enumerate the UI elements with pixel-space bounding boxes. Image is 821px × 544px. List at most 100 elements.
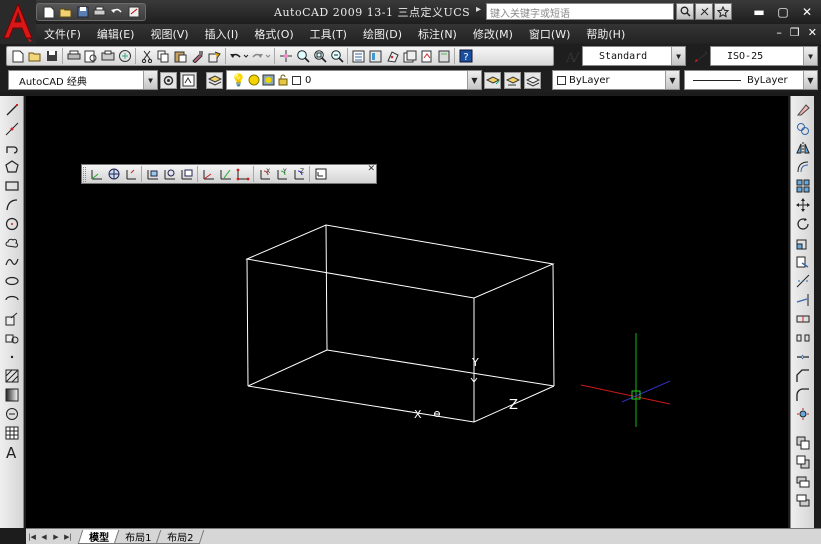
text-style-select[interactable]: Standard ▼	[582, 46, 686, 66]
fillet-icon[interactable]	[794, 386, 811, 403]
revision-cloud-icon[interactable]	[3, 234, 20, 251]
spline-icon[interactable]	[3, 253, 20, 270]
ucs-floating-toolbar[interactable]: X Y Z ✕	[81, 164, 377, 184]
construction-line-icon[interactable]	[3, 120, 20, 137]
help-icon[interactable]: ?	[457, 48, 474, 65]
ucs-y-rotate-icon[interactable]: Y	[273, 166, 290, 183]
menu-tools[interactable]: 工具(T)	[302, 26, 355, 42]
undo-icon[interactable]	[228, 48, 250, 65]
chamfer-icon[interactable]	[794, 367, 811, 384]
next-tab-icon[interactable]: ▶	[50, 531, 62, 543]
close-icon[interactable]: ✕	[367, 164, 375, 174]
color-select[interactable]: ByLayer ▼	[552, 70, 680, 90]
ucs-view-icon[interactable]	[178, 166, 195, 183]
paste-icon[interactable]	[172, 48, 189, 65]
hatch-icon[interactable]	[3, 367, 20, 384]
offset-icon[interactable]	[794, 158, 811, 175]
break-icon[interactable]	[794, 329, 811, 346]
box-wireframe[interactable]	[245, 224, 555, 423]
menu-draw[interactable]: 绘图(D)	[355, 26, 410, 42]
move-icon[interactable]	[794, 196, 811, 213]
pan-realtime-icon[interactable]	[277, 48, 294, 65]
toolbar-grip[interactable]	[83, 167, 86, 182]
layer-viewport-freeze-icon[interactable]	[262, 74, 275, 86]
workspace-save-icon[interactable]	[180, 72, 197, 89]
layer-previous-icon[interactable]	[504, 72, 521, 89]
design-center-icon[interactable]	[367, 48, 384, 65]
menu-window[interactable]: 窗口(W)	[521, 26, 578, 42]
ucs-world-icon[interactable]	[105, 166, 122, 183]
ucs-face-icon[interactable]	[144, 166, 161, 183]
print-icon[interactable]	[92, 5, 107, 19]
help-search-input[interactable]: 键入关键字或短语	[486, 3, 674, 20]
drawing-canvas[interactable]: Y X Z	[26, 96, 788, 528]
menu-help[interactable]: 帮助(H)	[578, 26, 633, 42]
publish-icon[interactable]	[99, 48, 116, 65]
ellipse-icon[interactable]	[3, 272, 20, 289]
3d-dwf-icon[interactable]	[116, 48, 133, 65]
rectangle-icon[interactable]	[3, 177, 20, 194]
quickcalc-icon[interactable]	[435, 48, 452, 65]
layer-select[interactable]: 💡 0 ▼	[226, 70, 482, 90]
open-icon[interactable]	[58, 5, 73, 19]
redo-icon[interactable]	[250, 48, 272, 65]
print-icon[interactable]	[65, 48, 82, 65]
zoom-realtime-icon[interactable]	[294, 48, 311, 65]
layer-properties-icon[interactable]	[206, 72, 223, 89]
print-preview-icon[interactable]	[82, 48, 99, 65]
polygon-icon[interactable]	[3, 158, 20, 175]
ucs-3-point-icon[interactable]	[234, 166, 251, 183]
qnew-icon[interactable]	[9, 48, 26, 65]
chevron-down-icon[interactable]: ▼	[467, 71, 481, 89]
draw-order-back-icon[interactable]	[794, 453, 811, 470]
extend-icon[interactable]	[794, 291, 811, 308]
ucs-icon-button[interactable]	[88, 166, 105, 183]
chevron-down-icon[interactable]: ▼	[803, 47, 817, 65]
region-icon[interactable]	[3, 405, 20, 422]
favorites-star-icon[interactable]	[714, 3, 732, 20]
ucs-x-rotate-icon[interactable]: X	[256, 166, 273, 183]
copy-icon[interactable]	[155, 48, 172, 65]
menu-file[interactable]: 文件(F)	[36, 26, 89, 42]
tool-palettes-icon[interactable]	[384, 48, 401, 65]
markup-set-manager-icon[interactable]	[418, 48, 435, 65]
search-icon[interactable]	[676, 3, 694, 20]
match-properties-icon[interactable]	[189, 48, 206, 65]
chevron-down-icon[interactable]: ▼	[671, 47, 685, 65]
box-front-left-edge[interactable]	[246, 258, 249, 387]
box-back-right-edge[interactable]	[552, 263, 555, 387]
doc-close-icon[interactable]: ✕	[808, 26, 817, 39]
ellipse-arc-icon[interactable]	[3, 291, 20, 308]
insert-block-icon[interactable]	[3, 310, 20, 327]
gradient-icon[interactable]	[3, 386, 20, 403]
sheet-set-manager-icon[interactable]	[401, 48, 418, 65]
workspace-settings-icon[interactable]	[160, 72, 177, 89]
menu-format[interactable]: 格式(O)	[246, 26, 301, 42]
ucs-apply-icon[interactable]	[312, 166, 329, 183]
break-at-point-icon[interactable]	[794, 310, 811, 327]
draw-order-under-icon[interactable]	[794, 491, 811, 508]
arc-icon[interactable]	[3, 196, 20, 213]
ucs-z-axis-vector-icon[interactable]	[217, 166, 234, 183]
multiline-text-icon[interactable]: A	[3, 443, 20, 460]
rotate-icon[interactable]	[794, 215, 811, 232]
line-icon[interactable]	[3, 101, 20, 118]
close-icon[interactable]: ✕	[798, 4, 816, 20]
block-editor-icon[interactable]	[206, 48, 223, 65]
ucs-origin-icon[interactable]	[200, 166, 217, 183]
trim-icon[interactable]	[794, 272, 811, 289]
layer-lock-icon[interactable]	[277, 74, 289, 86]
autocad-logo-icon[interactable]	[0, 0, 36, 44]
maximize-icon[interactable]: ▢	[774, 4, 792, 20]
ucs-previous-icon[interactable]	[122, 166, 139, 183]
layer-color-swatch[interactable]	[291, 75, 301, 85]
dimension-style-icon[interactable]	[692, 48, 709, 65]
draw-order-above-icon[interactable]	[794, 472, 811, 489]
menu-modify[interactable]: 修改(M)	[465, 26, 521, 42]
ucs-object-icon[interactable]	[161, 166, 178, 183]
array-icon[interactable]	[794, 177, 811, 194]
table-icon[interactable]	[3, 424, 20, 441]
open-file-icon[interactable]	[26, 48, 43, 65]
last-tab-icon[interactable]: ▶|	[62, 531, 74, 543]
cut-icon[interactable]	[138, 48, 155, 65]
